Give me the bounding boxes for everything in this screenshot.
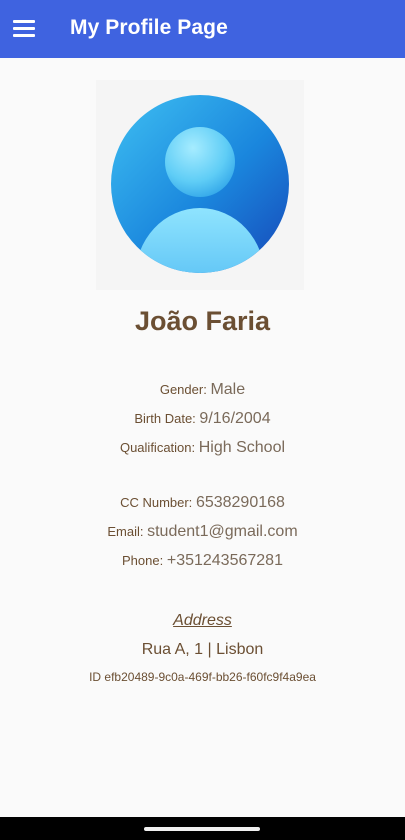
system-navigation-bar bbox=[0, 817, 405, 840]
qualification-row: Qualification: High School bbox=[0, 438, 405, 458]
gender-row: Gender: Male bbox=[0, 380, 405, 400]
app-bar: My Profile Page bbox=[0, 0, 405, 58]
qualification-label: Qualification: bbox=[119, 440, 196, 455]
address-line: Rua A, 1 | Lisbon bbox=[141, 641, 264, 658]
home-indicator[interactable] bbox=[144, 827, 260, 831]
email-label: Email: bbox=[107, 524, 144, 539]
gender-value: Male bbox=[210, 381, 246, 398]
birth-date-row: Birth Date: 9/16/2004 bbox=[0, 409, 405, 429]
profile-name: João Faria bbox=[134, 306, 271, 336]
gender-label: Gender: bbox=[159, 382, 207, 397]
cc-number-label: CC Number: bbox=[120, 495, 193, 510]
user-avatar-icon bbox=[111, 95, 289, 273]
page-title: My Profile Page bbox=[70, 16, 228, 39]
profile-avatar bbox=[96, 80, 304, 290]
address-title: Address bbox=[173, 612, 232, 629]
cc-number-value: 6538290168 bbox=[195, 494, 285, 511]
email-value: student1@gmail.com bbox=[147, 523, 298, 540]
phone-label: Phone: bbox=[122, 553, 164, 568]
birth-date-value: 9/16/2004 bbox=[199, 410, 271, 427]
hamburger-menu-icon[interactable] bbox=[13, 18, 35, 38]
email-row: Email: student1@gmail.com bbox=[0, 522, 405, 542]
profile-id: ID efb20489-9c0a-469f-bb26-f60fc9f4a9ea bbox=[89, 670, 316, 684]
phone-row: Phone: +351243567281 bbox=[0, 551, 405, 571]
phone-value: +351243567281 bbox=[166, 552, 283, 569]
birth-date-label: Birth Date: bbox=[134, 411, 196, 426]
cc-number-row: CC Number: 6538290168 bbox=[0, 493, 405, 513]
qualification-value: High School bbox=[198, 439, 286, 456]
